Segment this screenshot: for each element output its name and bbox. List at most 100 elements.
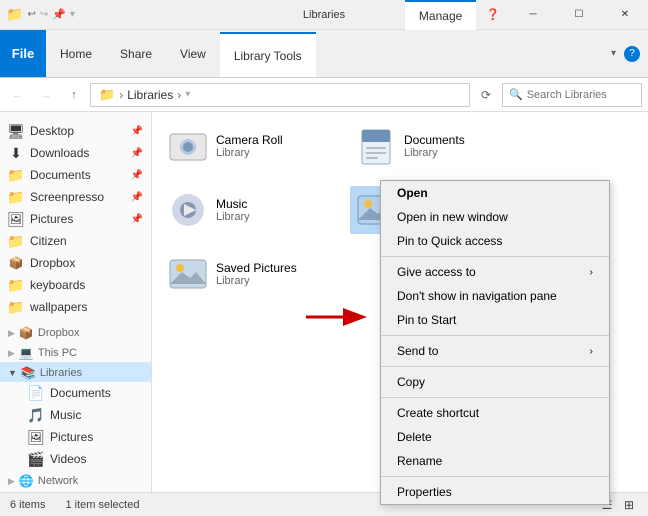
ctx-create-shortcut[interactable]: Create shortcut [381, 401, 609, 425]
lib-name-camera-roll: Camera Roll [216, 133, 283, 147]
redo-btn[interactable]: ↪ [40, 9, 48, 20]
ctx-open-new-window[interactable]: Open in new window [381, 205, 609, 229]
sidebar-label-downloads: Downloads [30, 146, 89, 160]
up-btn[interactable]: ↑ [62, 83, 86, 107]
close-btn[interactable]: ✕ [602, 0, 648, 30]
ribbon-tab-share[interactable]: Share [106, 30, 166, 77]
maximize-btn[interactable]: ☐ [556, 0, 602, 30]
lib-name-music: Music [216, 197, 250, 211]
ctx-give-access[interactable]: Give access to › [381, 260, 609, 284]
ribbon-tab-view[interactable]: View [166, 30, 220, 77]
saved-pictures-lib-icon [168, 254, 208, 294]
sidebar: 🖥 Desktop 📌 ⬇ Downloads 📌 📁 Documents 📌 … [0, 112, 152, 492]
ctx-give-access-label: Give access to [397, 265, 476, 279]
back-btn[interactable]: ← [6, 83, 30, 107]
red-arrow-svg [301, 303, 376, 331]
pin-screenpresso: 📌 [131, 192, 143, 203]
breadcrumb-dropdown[interactable]: ▾ [185, 89, 190, 100]
search-box[interactable]: 🔍 [502, 83, 642, 107]
ctx-pin-quick-access[interactable]: Pin to Quick access [381, 229, 609, 253]
lib-info-saved-pictures: Saved Pictures Library [216, 261, 297, 287]
lib-item-music[interactable]: Music Library [162, 186, 322, 234]
pin-btn[interactable]: 📌 [52, 8, 66, 21]
sidebar-item-pictures[interactable]: 🖼 Pictures 📌 [0, 208, 151, 230]
ribbon-tab-area: Manage [405, 0, 476, 30]
search-input[interactable] [527, 89, 635, 101]
ctx-pin-start-label: Pin to Start [397, 313, 456, 327]
selected-count: 1 item selected [65, 499, 139, 511]
sidebar-section-thispc[interactable]: ▶ 💻 This PC [0, 342, 151, 362]
sidebar-label-libraries: Libraries [40, 367, 82, 379]
ctx-rename-label: Rename [397, 454, 442, 468]
ctx-copy-label: Copy [397, 375, 425, 389]
refresh-btn[interactable]: ⟳ [474, 83, 498, 107]
sidebar-item-lib-pictures[interactable]: 🖼 Pictures [0, 426, 151, 448]
minimize-btn[interactable]: ─ [510, 0, 556, 30]
lib-item-documents[interactable]: Documents Library [350, 122, 510, 170]
breadcrumb-libraries[interactable]: Libraries [127, 88, 173, 102]
search-icon: 🔍 [509, 88, 523, 101]
content-area: Camera Roll Library Documents Library [152, 112, 648, 492]
file-tab[interactable]: File [0, 30, 46, 77]
sidebar-item-dropbox-qr[interactable]: 📦 Dropbox [0, 252, 151, 274]
ctx-give-access-arrow: › [590, 267, 593, 278]
sidebar-label-documents: Documents [30, 168, 91, 182]
ctx-send-to-arrow: › [590, 346, 593, 357]
ctx-properties-label: Properties [397, 485, 452, 499]
ctx-sep-1 [381, 256, 609, 257]
ctx-delete-label: Delete [397, 430, 432, 444]
sidebar-section-libraries[interactable]: ▼ 📚 Libraries [0, 362, 151, 382]
pin-downloads: 📌 [131, 148, 143, 159]
ctx-pin-quick-access-label: Pin to Quick access [397, 234, 502, 248]
sidebar-section-dropbox[interactable]: ▶ 📦 Dropbox [0, 322, 151, 342]
sidebar-item-lib-music[interactable]: 🎵 Music [0, 404, 151, 426]
pin-documents: 📌 [131, 170, 143, 181]
ribbon-tab-home[interactable]: Home [46, 30, 106, 77]
folder-icon: 📁 [99, 87, 115, 103]
help-btn[interactable]: ❓ [476, 8, 510, 21]
ctx-properties[interactable]: Properties [381, 480, 609, 504]
citizen-icon: 📁 [8, 233, 24, 249]
ribbon-tab-manage[interactable]: Manage [405, 0, 476, 30]
ctx-send-to-label: Send to [397, 344, 438, 358]
pin-desktop: 📌 [131, 126, 143, 137]
keyboards-icon: 📁 [8, 277, 24, 293]
sidebar-item-citizen[interactable]: 📁 Citizen [0, 230, 151, 252]
ctx-delete[interactable]: Delete [381, 425, 609, 449]
undo-btn[interactable]: ↩ [27, 9, 35, 20]
lib-music-icon: 🎵 [28, 407, 44, 423]
sidebar-item-wallpapers[interactable]: 📁 wallpapers [0, 296, 151, 318]
ctx-send-to[interactable]: Send to › [381, 339, 609, 363]
sidebar-item-lib-videos[interactable]: 🎬 Videos [0, 448, 151, 470]
sidebar-label-lib-music: Music [50, 408, 81, 422]
sidebar-item-lib-documents[interactable]: 📄 Documents [0, 382, 151, 404]
ctx-open[interactable]: Open [381, 181, 609, 205]
ctx-rename[interactable]: Rename [381, 449, 609, 473]
sidebar-item-desktop[interactable]: 🖥 Desktop 📌 [0, 120, 151, 142]
ribbon-collapse-btn[interactable]: ▾ [611, 48, 616, 59]
lib-type-documents: Library [404, 147, 465, 159]
ctx-create-shortcut-label: Create shortcut [397, 406, 479, 420]
ribbon-help-btn[interactable]: ? [624, 46, 640, 62]
sidebar-item-keyboards[interactable]: 📁 keyboards [0, 274, 151, 296]
address-path[interactable]: 📁 › Libraries › ▾ [90, 83, 470, 107]
dropdown-btn[interactable]: ▾ [70, 9, 75, 20]
libraries-icon: 📚 [21, 366, 36, 380]
ctx-dont-show[interactable]: Don't show in navigation pane [381, 284, 609, 308]
lib-doc-icon: 📄 [28, 385, 44, 401]
ctx-pin-start[interactable]: Pin to Start [381, 308, 609, 332]
grid-view-btn[interactable]: ⊞ [620, 496, 638, 514]
ctx-open-label: Open [397, 186, 428, 200]
ribbon-tab-library-tools[interactable]: Library Tools [220, 32, 316, 77]
sidebar-section-network[interactable]: ▶ 🌐 Network [0, 470, 151, 490]
lib-item-camera-roll[interactable]: Camera Roll Library [162, 122, 322, 170]
sidebar-label-lib-documents: Documents [50, 386, 111, 400]
lib-item-saved-pictures[interactable]: Saved Pictures Library [162, 250, 322, 298]
sidebar-item-documents[interactable]: 📁 Documents 📌 [0, 164, 151, 186]
ctx-copy[interactable]: Copy [381, 370, 609, 394]
forward-btn[interactable]: → [34, 83, 58, 107]
ctx-sep-4 [381, 397, 609, 398]
sidebar-item-screenpresso[interactable]: 📁 Screenpresso 📌 [0, 186, 151, 208]
sidebar-item-downloads[interactable]: ⬇ Downloads 📌 [0, 142, 151, 164]
dropbox-qr-icon: 📦 [8, 255, 24, 271]
